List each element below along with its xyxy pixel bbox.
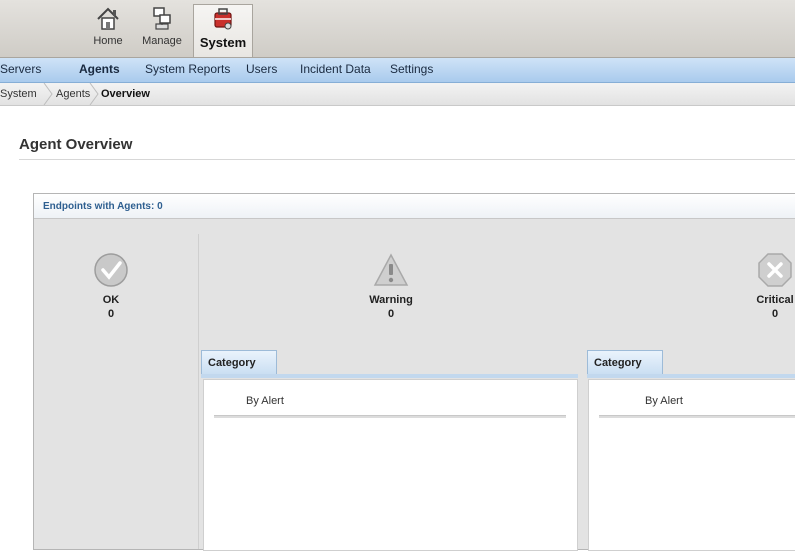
status-warning-label: Warning — [369, 294, 413, 306]
manage-button[interactable]: Manage — [136, 5, 188, 57]
row-divider — [599, 415, 795, 418]
endpoints-count: Endpoints with Agents: 0 — [43, 201, 163, 212]
by-alert-row[interactable]: By Alert — [246, 395, 284, 407]
page-title: Agent Overview — [19, 136, 133, 153]
status-ok-count: 0 — [107, 308, 115, 320]
breadcrumb: System Agents Overview — [0, 83, 795, 106]
breadcrumb-separator-icon — [89, 83, 99, 105]
status-critical: Critical 0 — [738, 252, 795, 320]
tab-category-label: Category — [208, 357, 256, 369]
nav-item-servers[interactable]: Servers — [0, 62, 41, 76]
nav-bar: Servers Agents System Reports Users Inci… — [0, 58, 795, 83]
tab-category[interactable]: Category — [587, 350, 663, 375]
warning-icon — [373, 253, 409, 286]
nav-item-settings[interactable]: Settings — [390, 62, 433, 76]
row-divider — [214, 415, 566, 418]
home-icon — [97, 7, 119, 30]
critical-icon — [758, 253, 792, 287]
system-button[interactable]: System — [193, 4, 253, 57]
status-warning-count: 0 — [387, 308, 395, 320]
status-ok: OK 0 — [74, 252, 148, 320]
tab-category-label: Category — [594, 357, 642, 369]
home-label: Home — [93, 35, 123, 47]
breadcrumb-system[interactable]: System — [0, 88, 37, 100]
status-critical-count: 0 — [771, 308, 779, 320]
manage-label: Manage — [142, 35, 182, 47]
nav-item-agents[interactable]: Agents — [79, 62, 120, 76]
breadcrumb-overview: Overview — [101, 88, 150, 100]
category-tab-strip — [201, 374, 578, 378]
system-icon — [214, 8, 232, 30]
category-box: By Alert — [588, 379, 795, 551]
agent-overview-panel: Endpoints with Agents: 0 OK 0 Warning 0 … — [33, 193, 795, 551]
breadcrumb-separator-icon — [43, 83, 53, 105]
manage-icon — [153, 7, 171, 30]
nav-item-incident-data[interactable]: Incident Data — [300, 62, 371, 76]
tab-category[interactable]: Category — [201, 350, 277, 375]
column-divider — [198, 234, 199, 549]
home-button[interactable]: Home — [84, 5, 132, 57]
system-label: System — [199, 35, 247, 50]
status-critical-label: Critical — [756, 294, 794, 306]
check-icon — [94, 253, 128, 287]
category-box: By Alert — [203, 379, 578, 551]
nav-item-users[interactable]: Users — [246, 62, 277, 76]
top-toolbar: Home Manage System — [0, 0, 795, 58]
status-warning: Warning 0 — [354, 252, 428, 320]
panel-header: Endpoints with Agents: 0 — [34, 194, 795, 219]
nav-item-system-reports[interactable]: System Reports — [145, 62, 230, 76]
breadcrumb-agents[interactable]: Agents — [56, 88, 90, 100]
status-ok-label: OK — [102, 294, 120, 306]
category-tab-strip — [587, 374, 795, 378]
by-alert-row[interactable]: By Alert — [645, 395, 683, 407]
title-divider — [19, 159, 795, 160]
